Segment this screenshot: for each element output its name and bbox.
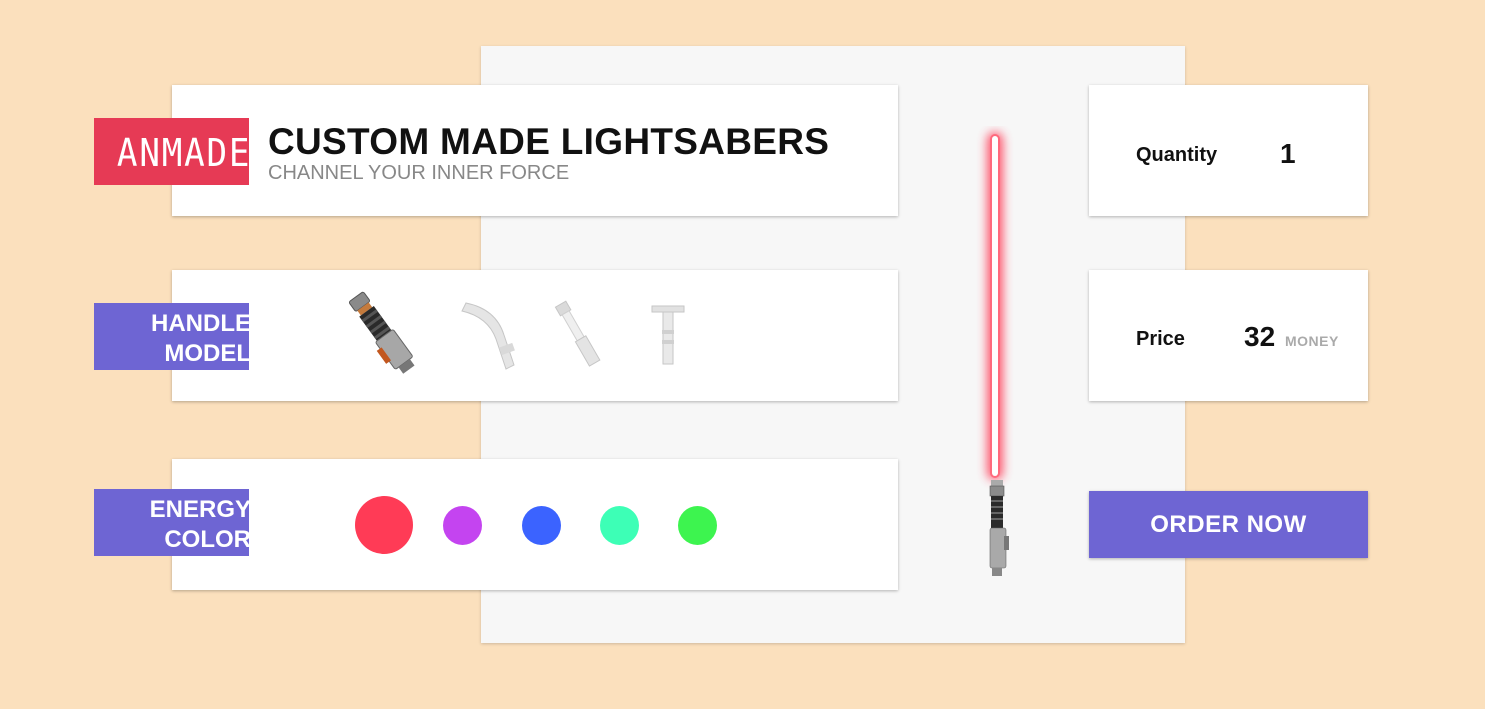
handle-model-card <box>172 270 898 401</box>
page-subtitle: CHANNEL YOUR INNER FORCE <box>268 162 570 184</box>
handle-option-4-icon <box>651 305 685 365</box>
handle-option-2-icon <box>461 302 515 370</box>
color-swatch-4[interactable] <box>600 506 639 545</box>
handle-option-3[interactable] <box>548 297 610 371</box>
quantity-card <box>1089 85 1368 216</box>
brand-tag-text: ANMADE <box>116 131 249 175</box>
page-title: CUSTOM MADE LIGHTSABERS <box>268 121 830 162</box>
lightsaber-preview-image <box>987 132 1009 576</box>
price-value: 32 <box>1244 321 1276 352</box>
energy-color-label: ENERGY COLOR <box>149 496 249 553</box>
quantity-value[interactable]: 1 <box>1280 138 1296 170</box>
color-swatch-3[interactable] <box>522 506 561 545</box>
price-unit: MONEY <box>1285 333 1339 349</box>
color-swatch-5[interactable] <box>678 506 717 545</box>
handle-model-label: HANDLE MODEL <box>151 310 249 367</box>
color-swatch-1[interactable] <box>355 496 413 554</box>
handle-option-4[interactable] <box>648 302 688 370</box>
handle-option-2[interactable] <box>456 295 528 373</box>
handle-option-1[interactable] <box>332 284 434 384</box>
lightsaber-preview <box>974 126 1018 582</box>
brand-tag: ANMADE <box>94 118 249 185</box>
price-label: Price <box>1136 328 1185 350</box>
energy-color-tag: ENERGY COLOR <box>94 489 249 556</box>
color-swatch-2[interactable] <box>443 506 482 545</box>
handle-option-3-icon <box>554 300 601 367</box>
quantity-label: Quantity <box>1136 144 1218 166</box>
handle-model-tag: HANDLE MODEL <box>94 303 249 370</box>
handle-option-1-icon <box>348 291 415 374</box>
order-now-button[interactable]: ORDER NOW <box>1089 491 1368 558</box>
